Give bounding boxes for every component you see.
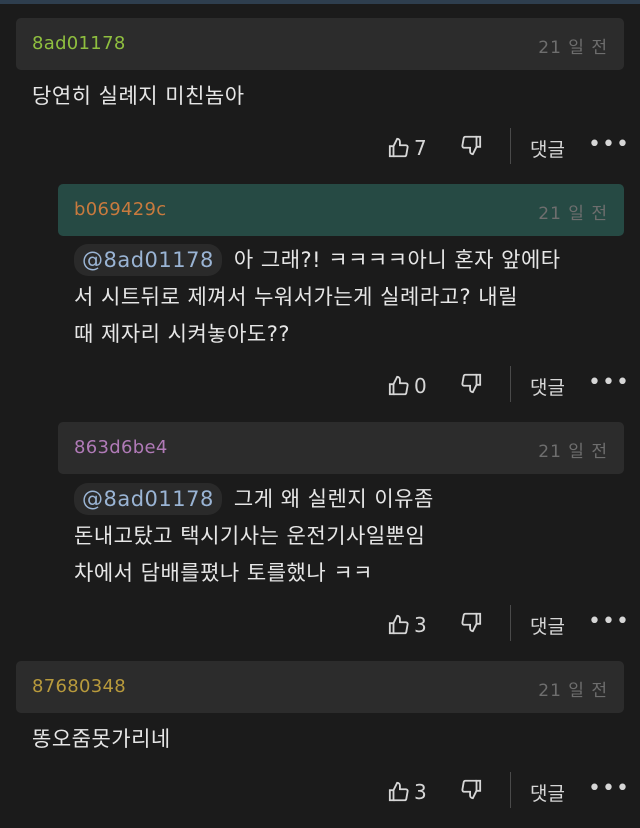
thumbs-down-icon bbox=[461, 612, 482, 633]
comment-header: 863d6be4 21 일 전 bbox=[58, 422, 624, 474]
author-name[interactable]: b069429c bbox=[74, 199, 166, 220]
comment-header: b069429c 21 일 전 bbox=[58, 184, 624, 236]
thumbs-down-icon bbox=[461, 373, 482, 394]
comment-header: 87680348 21 일 전 bbox=[16, 661, 624, 713]
thumbs-up-icon bbox=[388, 137, 409, 158]
comment-line: 때 제자리 시켜놓아도?? bbox=[74, 322, 291, 346]
like-count: 3 bbox=[414, 780, 427, 804]
comment-body: 당연히 실례지 미친놈아 bbox=[32, 78, 245, 115]
author-name[interactable]: 863d6be4 bbox=[74, 437, 168, 458]
like-count: 0 bbox=[414, 374, 427, 398]
mention-tag[interactable]: @8ad01178 bbox=[74, 244, 222, 276]
author-name[interactable]: 87680348 bbox=[32, 676, 126, 697]
timestamp: 21 일 전 bbox=[538, 442, 608, 462]
reply-button[interactable]: 댓글 bbox=[530, 373, 565, 400]
comment-actions: 3 댓글 ••• bbox=[388, 772, 630, 812]
dislike-button[interactable] bbox=[460, 778, 482, 804]
timestamp: 21 일 전 bbox=[538, 38, 608, 58]
thumbs-up-icon bbox=[388, 614, 409, 635]
top-bar bbox=[0, 0, 640, 4]
dislike-button[interactable] bbox=[460, 611, 482, 637]
action-divider bbox=[510, 772, 511, 808]
more-options-icon[interactable]: ••• bbox=[588, 370, 630, 395]
like-button[interactable]: 7 bbox=[388, 132, 427, 164]
dislike-button[interactable] bbox=[460, 372, 482, 398]
comment-header: 8ad01178 21 일 전 bbox=[16, 18, 624, 70]
action-divider bbox=[510, 366, 511, 402]
like-count: 7 bbox=[414, 136, 427, 160]
thumbs-up-icon bbox=[388, 781, 409, 802]
comment-line: 돈내고탔고 택시기사는 운전기사일뿐임 bbox=[74, 524, 426, 548]
more-options-icon[interactable]: ••• bbox=[588, 609, 630, 634]
reply-button[interactable]: 댓글 bbox=[530, 779, 565, 806]
timestamp: 21 일 전 bbox=[538, 204, 608, 224]
timestamp: 21 일 전 bbox=[538, 681, 608, 701]
comment-actions: 0 댓글 ••• bbox=[388, 366, 630, 406]
thumbs-up-icon bbox=[388, 375, 409, 396]
like-button[interactable]: 0 bbox=[388, 370, 427, 402]
comment-body: @8ad01178 아 그래?! ㅋㅋㅋㅋ아니 혼자 앞에타 서 시트뒤로 제껴서… bbox=[74, 242, 624, 353]
comment-line: @8ad01178 아 그래?! ㅋㅋㅋㅋ아니 혼자 앞에타 bbox=[74, 242, 624, 279]
comment-line: 서 시트뒤로 제껴서 누워서가는게 실례라고? 내릴 bbox=[74, 285, 518, 309]
comment-text: 그게 왜 실렌지 이유좀 bbox=[233, 487, 434, 511]
comment-body: @8ad01178 그게 왜 실렌지 이유좀 돈내고탔고 택시기사는 운전기사일뿐… bbox=[74, 481, 624, 592]
like-button[interactable]: 3 bbox=[388, 776, 427, 808]
reply-button[interactable]: 댓글 bbox=[530, 612, 565, 639]
like-button[interactable]: 3 bbox=[388, 609, 427, 641]
mention-tag[interactable]: @8ad01178 bbox=[74, 483, 222, 515]
comment-line: @8ad01178 그게 왜 실렌지 이유좀 bbox=[74, 481, 624, 518]
action-divider bbox=[510, 605, 511, 641]
reply-button[interactable]: 댓글 bbox=[530, 135, 565, 162]
dislike-button[interactable] bbox=[460, 134, 482, 160]
comment-line: 당연히 실례지 미친놈아 bbox=[32, 84, 245, 108]
thumbs-down-icon bbox=[461, 779, 482, 800]
comment-line: 차에서 담배를폈나 토를했나 ㅋㅋ bbox=[74, 561, 374, 585]
thumbs-down-icon bbox=[461, 135, 482, 156]
comment-actions: 3 댓글 ••• bbox=[388, 605, 630, 645]
comment-actions: 7 댓글 ••• bbox=[388, 128, 630, 168]
comment-body: 똥오줌못가리네 bbox=[32, 721, 171, 758]
action-divider bbox=[510, 128, 511, 164]
author-name[interactable]: 8ad01178 bbox=[32, 33, 126, 54]
comment-text: 아 그래?! ㅋㅋㅋㅋ아니 혼자 앞에타 bbox=[233, 248, 561, 272]
more-options-icon[interactable]: ••• bbox=[588, 132, 630, 157]
comment-line: 똥오줌못가리네 bbox=[32, 727, 171, 751]
more-options-icon[interactable]: ••• bbox=[588, 776, 630, 801]
like-count: 3 bbox=[414, 613, 427, 637]
